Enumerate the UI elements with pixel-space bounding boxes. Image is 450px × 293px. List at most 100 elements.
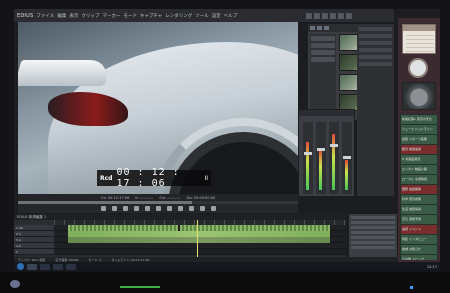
menu-edit[interactable]: 編集 [57, 13, 66, 19]
menu-clip[interactable]: クリップ [81, 13, 99, 19]
viewer-status-bar: Cur 00:12:17:06 In --:--:--:-- Out --:--… [18, 194, 298, 201]
news-item[interactable]: 生活 健康情報 [401, 205, 437, 214]
news-item[interactable]: エンタメ 映画公開 [401, 165, 437, 174]
status-disk: ディスク: 82% 使用 [18, 257, 46, 262]
bin-tab-icon[interactable] [317, 26, 322, 30]
insert-icon[interactable] [199, 206, 205, 211]
property-row[interactable] [359, 62, 392, 66]
level-meter [332, 134, 335, 190]
set-out-icon[interactable] [111, 206, 117, 211]
menu-settings[interactable]: 設定 [212, 13, 221, 19]
folder-item[interactable] [311, 36, 335, 41]
preview-viewer[interactable]: Rcd 00 : 12 : 17 : 06 II [18, 22, 298, 194]
taskbar-app-button[interactable] [66, 263, 76, 270]
news-item[interactable]: 地域 お知らせ [401, 245, 437, 254]
power-led-icon[interactable] [410, 286, 413, 289]
transport-controls [18, 204, 298, 213]
status-timeline: タイムライン: 00:12:17:06 [111, 257, 150, 262]
timecode-value: 00 : 12 : 17 : 06 [116, 167, 180, 189]
overwrite-icon[interactable] [210, 206, 216, 211]
timeline-playhead[interactable] [197, 220, 199, 257]
loop-icon[interactable] [188, 206, 194, 211]
stop-icon[interactable] [144, 206, 150, 211]
clock-gadget-icon[interactable] [408, 58, 428, 78]
delete-icon[interactable] [338, 12, 344, 19]
rewind-icon[interactable] [133, 206, 139, 211]
menu-capture[interactable]: キャプチャ [140, 13, 162, 19]
folder-item[interactable] [311, 50, 335, 55]
view-toggle-icon[interactable] [346, 12, 352, 19]
property-row[interactable] [359, 55, 392, 59]
menu-tools[interactable]: ツール [195, 13, 209, 19]
news-item[interactable]: 特集 インタビュー [401, 235, 437, 244]
bin-tab-icon[interactable] [324, 26, 329, 30]
track-header[interactable]: T [14, 249, 54, 255]
news-item[interactable]: 新着記事1 東京の天気 [401, 115, 437, 124]
effects-panel [349, 214, 397, 257]
news-item[interactable]: 天気 週間予報 [401, 215, 437, 224]
effect-item[interactable] [351, 241, 395, 244]
menu-file[interactable]: ファイル [36, 13, 54, 19]
app-name: EDIUS [17, 12, 34, 19]
taskbar-app-button[interactable] [40, 263, 50, 270]
property-row[interactable] [359, 41, 392, 45]
fader-handle[interactable] [343, 156, 351, 159]
news-item[interactable]: 話題 スポーツ結果 [401, 135, 437, 144]
menu-mode[interactable]: モード [123, 13, 137, 19]
taskbar-app-button[interactable] [27, 263, 37, 270]
status-card: カード: 2 [88, 257, 102, 262]
mixer-channel [316, 122, 326, 194]
mixer-channel [329, 122, 339, 194]
fader-handle[interactable] [304, 152, 312, 155]
taskbar-app-button[interactable] [53, 263, 63, 270]
effect-item[interactable] [351, 226, 395, 229]
news-item[interactable]: 経済 株価速報 [401, 145, 437, 154]
mixer-channel [303, 122, 313, 194]
property-row[interactable] [359, 34, 392, 38]
news-item[interactable]: その他 トピック [401, 255, 437, 260]
news-item[interactable]: 科学 研究成果 [401, 195, 437, 204]
folder-item[interactable] [311, 57, 335, 62]
prev-frame-icon[interactable] [122, 206, 128, 211]
level-meter [345, 160, 348, 190]
effect-item[interactable] [351, 236, 395, 239]
taskbar-clock[interactable]: 12:17 [427, 265, 437, 269]
next-frame-icon[interactable] [177, 206, 183, 211]
add-clip-icon[interactable] [330, 12, 336, 19]
folder-icon[interactable] [306, 12, 312, 19]
effect-item[interactable] [351, 216, 395, 219]
news-item[interactable]: ニュース ヘッドライン [401, 125, 437, 134]
up-icon[interactable] [322, 12, 328, 19]
car-spoiler-image [18, 60, 112, 86]
fader-handle[interactable] [317, 148, 325, 151]
folder-item[interactable] [311, 43, 335, 48]
news-item[interactable]: ローカル 交通情報 [401, 175, 437, 184]
bin-folder-tree [310, 34, 336, 118]
news-item[interactable]: 国際 会談開催 [401, 185, 437, 194]
news-item[interactable]: 速報 イベント [401, 225, 437, 234]
play-icon[interactable] [155, 206, 161, 211]
property-row[interactable] [359, 48, 392, 52]
menu-render[interactable]: レンダリング [165, 13, 192, 19]
calendar-gadget[interactable] [402, 24, 436, 54]
effect-item[interactable] [351, 246, 395, 249]
set-in-icon[interactable] [100, 206, 106, 211]
mixer-title [299, 110, 354, 116]
photo-gadget[interactable] [402, 82, 436, 110]
effect-item[interactable] [351, 231, 395, 234]
fader-handle[interactable] [330, 144, 338, 147]
timeline-panel: EDIUS 新規編集 1 1 VA 2 V 3 A 4 A T [14, 214, 346, 257]
start-button[interactable] [17, 263, 24, 270]
menu-marker[interactable]: マーカー [102, 13, 120, 19]
effect-item[interactable] [351, 221, 395, 224]
fast-forward-icon[interactable] [166, 206, 172, 211]
property-row[interactable] [359, 27, 392, 31]
menu-help[interactable]: ヘルプ [224, 13, 238, 19]
news-gadget: 新着記事1 東京の天気 ニュース ヘッドライン 話題 スポーツ結果 経済 株価速報 IT… [400, 114, 438, 260]
timecode-overlay: Rcd 00 : 12 : 17 : 06 II [97, 167, 211, 189]
title-track[interactable] [54, 249, 346, 255]
search-icon[interactable] [314, 12, 320, 19]
bin-tab-icon[interactable] [310, 26, 315, 30]
news-item[interactable]: IT 新製品発表 [401, 155, 437, 164]
menu-view[interactable]: 表示 [69, 13, 78, 19]
